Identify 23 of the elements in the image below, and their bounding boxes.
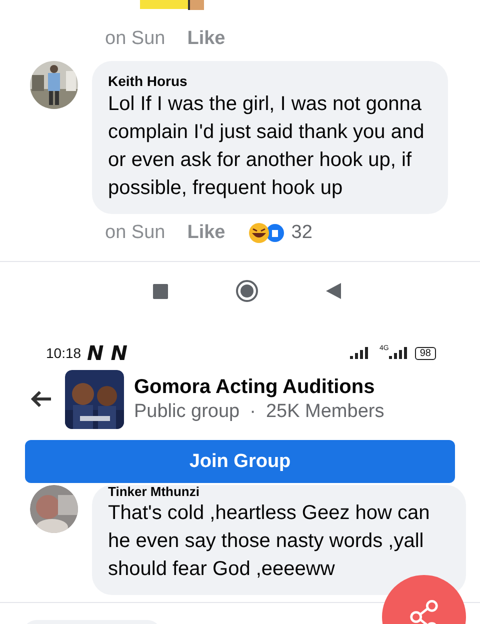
group-name[interactable]: Gomora Acting Auditions	[134, 376, 384, 398]
notification-icon: N	[110, 341, 129, 365]
signal-icon	[350, 347, 368, 359]
comment-time: on Sun	[105, 28, 166, 50]
home-icon[interactable]	[236, 280, 258, 302]
back-icon[interactable]	[326, 283, 341, 299]
comment-text: Lol If I was the girl, I was not gonna complain I'd just said thank you and or even ask for another hook up, if possible, frequent hook up	[108, 92, 426, 201]
reaction-count: 32	[291, 222, 312, 244]
back-arrow-icon[interactable]	[30, 390, 52, 408]
notification-icon: N	[87, 341, 105, 365]
join-group-button[interactable]: Join Group	[25, 440, 455, 483]
separator-dot: ·	[250, 400, 256, 422]
comment-text: That's cold ,heartless Geez how can he even say those nasty words ,yall should fear God ,eeeeww	[108, 501, 431, 582]
share-icon	[410, 600, 438, 624]
battery-level: 98	[414, 346, 436, 360]
recent-apps-icon[interactable]	[153, 284, 168, 298]
comment-author[interactable]: Keith Horus	[108, 72, 430, 90]
clock-time: 10:18	[46, 345, 82, 361]
group-privacy: Public group	[134, 400, 240, 422]
comment-author[interactable]: Tinker Mthunzi	[108, 485, 448, 499]
member-count: 25K Members	[266, 400, 384, 422]
comment-time: on Sun	[105, 222, 166, 244]
signal-icon	[388, 347, 407, 359]
